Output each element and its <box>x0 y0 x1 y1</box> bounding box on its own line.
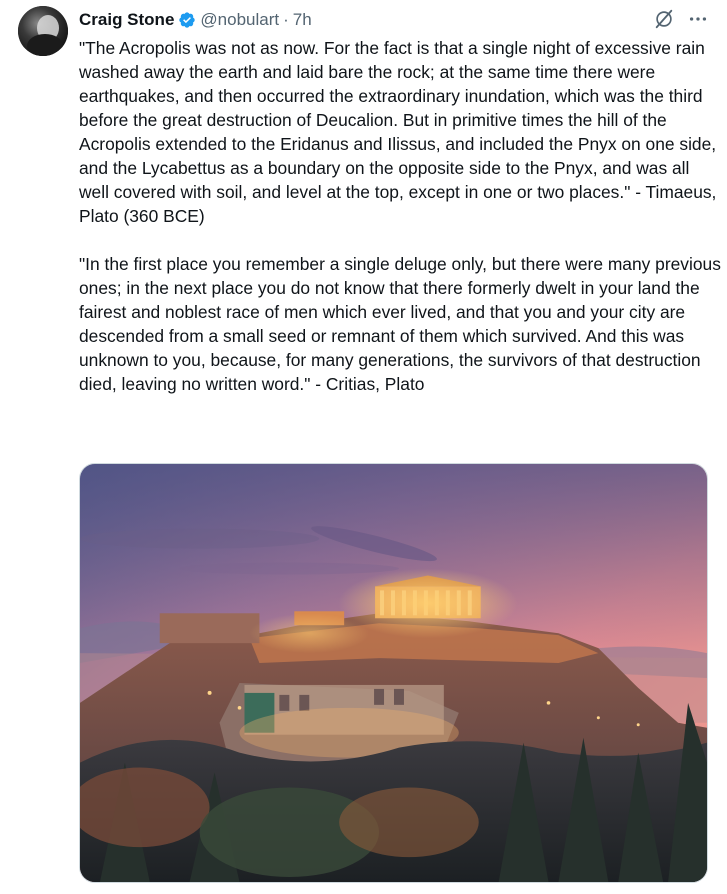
more-options-icon[interactable] <box>687 8 709 30</box>
verified-badge-icon[interactable] <box>178 11 196 29</box>
avatar[interactable] <box>18 6 68 56</box>
grok-icon[interactable] <box>653 8 675 30</box>
tweet-header: Craig Stone @nobulart · 7h <box>79 8 312 32</box>
acropolis-sunset-photo <box>80 464 707 882</box>
tweet[interactable]: Craig Stone @nobulart · 7h "The Acropoli… <box>0 0 727 894</box>
separator-dot: · <box>283 10 289 29</box>
author-handle[interactable]: @nobulart <box>200 10 279 30</box>
avatar-image <box>18 6 68 56</box>
tweet-text: "The Acropolis was not as now. For the f… <box>79 36 721 396</box>
tweet-media-image[interactable] <box>79 463 708 883</box>
timestamp[interactable]: 7h <box>293 10 312 30</box>
tweet-paragraph-critias: "In the first place you remember a singl… <box>79 254 721 394</box>
tweet-paragraph-timaeus: "The Acropolis was not as now. For the f… <box>79 38 717 226</box>
author-name[interactable]: Craig Stone <box>79 10 174 30</box>
tweet-top-actions <box>653 8 709 30</box>
